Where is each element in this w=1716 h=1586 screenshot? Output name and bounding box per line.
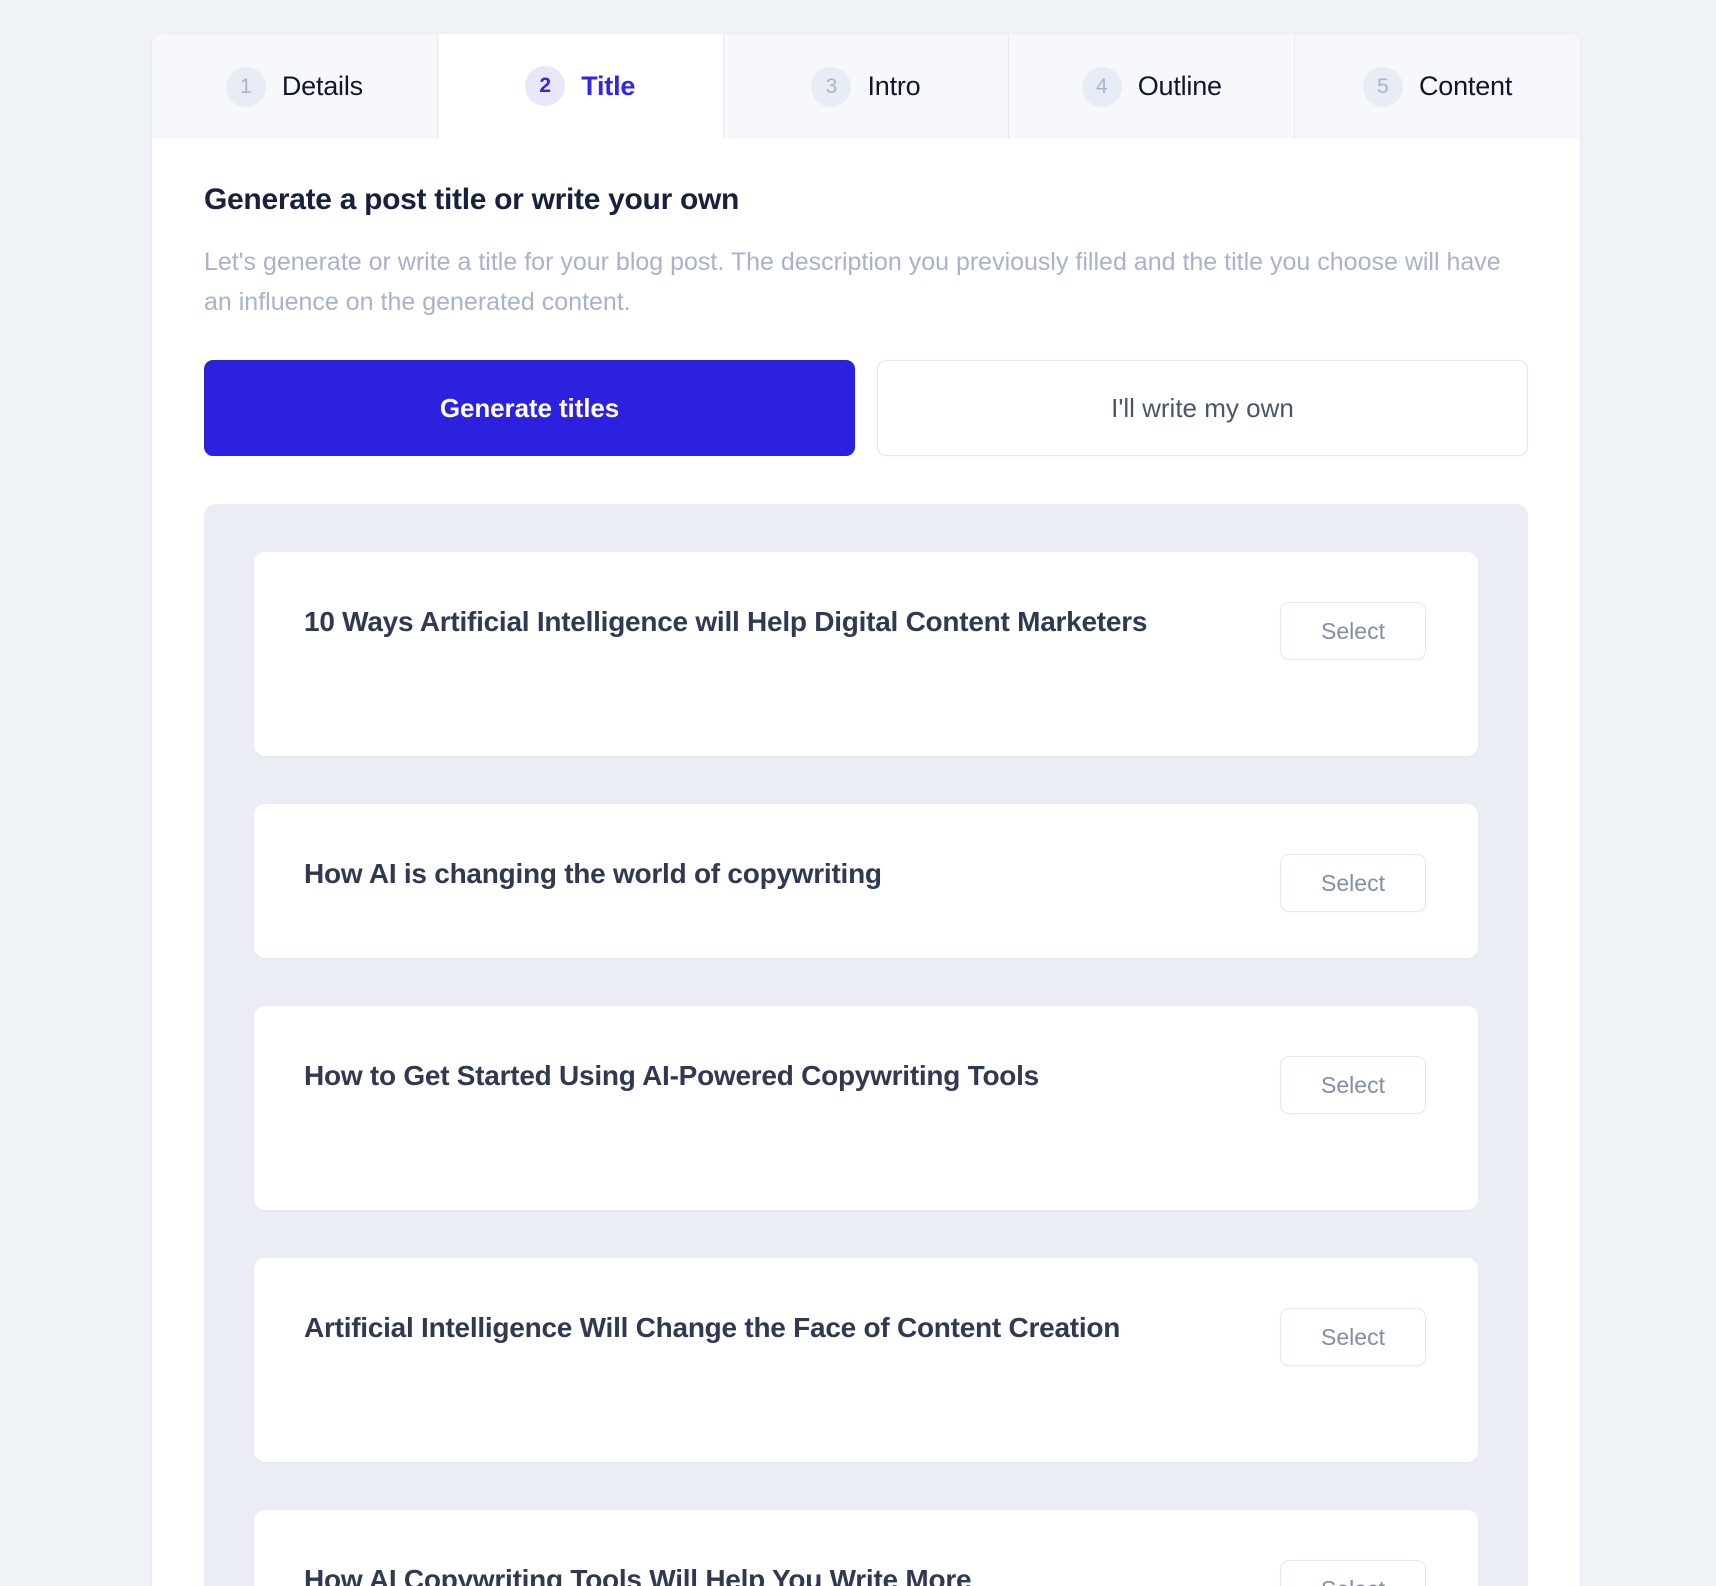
- tab-number-badge: 4: [1081, 66, 1122, 107]
- title-card-text: Artificial Intelligence Will Change the …: [304, 1312, 1121, 1343]
- write-my-own-button[interactable]: I'll write my own: [876, 360, 1528, 456]
- select-title-button[interactable]: Select: [1280, 1308, 1426, 1366]
- title-card-text: How to Get Started Using AI-Powered Copy…: [304, 1060, 1039, 1091]
- select-title-button[interactable]: Select: [1280, 1560, 1426, 1586]
- title-card[interactable]: How to Get Started Using AI-Powered Copy…: [254, 1006, 1478, 1210]
- tab-outline[interactable]: 4 Outline: [1009, 34, 1296, 139]
- page-description: Let's generate or write a title for your…: [204, 248, 1501, 316]
- panel-body: Generate a post title or write your own …: [152, 139, 1580, 1586]
- generate-titles-button[interactable]: Generate titles: [204, 360, 855, 456]
- title-card[interactable]: Artificial Intelligence Will Change the …: [254, 1258, 1478, 1462]
- tab-label: Outline: [1137, 71, 1222, 101]
- title-card[interactable]: 10 Ways Artificial Intelligence will Hel…: [254, 552, 1478, 756]
- tab-title[interactable]: 2 Title: [437, 34, 724, 139]
- select-title-button[interactable]: Select: [1280, 1056, 1426, 1114]
- title-card-text: How AI is changing the world of copywrit…: [304, 858, 882, 889]
- action-buttons: Generate titles I'll write my own: [204, 360, 1528, 456]
- select-title-button[interactable]: Select: [1280, 854, 1426, 912]
- app-root: 1 Details 2 Title 3 Intro 4 Outline 5 Co…: [0, 0, 1716, 1586]
- title-card-text: How AI Copywriting Tools Will Help You W…: [304, 1564, 972, 1586]
- wizard-panel: 1 Details 2 Title 3 Intro 4 Outline 5 Co…: [152, 34, 1580, 1586]
- title-card[interactable]: How AI Copywriting Tools Will Help You W…: [254, 1510, 1478, 1586]
- wizard-tabs: 1 Details 2 Title 3 Intro 4 Outline 5 Co…: [152, 34, 1580, 139]
- tab-number-badge: 3: [811, 66, 852, 107]
- title-card[interactable]: How AI is changing the world of copywrit…: [254, 804, 1478, 958]
- tab-content[interactable]: 5 Content: [1295, 34, 1580, 139]
- tab-number-badge: 2: [525, 66, 566, 106]
- tab-label: Details: [281, 71, 363, 101]
- select-title-button[interactable]: Select: [1280, 602, 1426, 660]
- tab-details[interactable]: 1 Details: [152, 34, 438, 139]
- tab-label: Title: [581, 70, 636, 101]
- tab-label: Intro: [867, 71, 921, 101]
- title-card-text: 10 Ways Artificial Intelligence will Hel…: [304, 606, 1148, 637]
- tab-number-badge: 1: [225, 66, 266, 107]
- generated-titles-list: 10 Ways Artificial Intelligence will Hel…: [204, 504, 1528, 1586]
- tab-label: Content: [1419, 71, 1513, 101]
- tab-number-badge: 5: [1363, 66, 1403, 107]
- page-title: Generate a post title or write your own: [204, 183, 740, 216]
- tab-intro[interactable]: 3 Intro: [723, 34, 1010, 139]
